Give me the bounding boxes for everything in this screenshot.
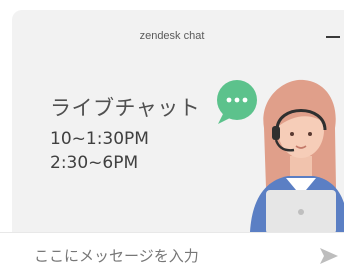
hours-line: 2:30~6PM	[50, 153, 139, 173]
minimize-icon[interactable]	[326, 36, 340, 38]
chat-bubble-icon	[217, 80, 257, 124]
agent-illustration	[217, 79, 344, 232]
header-title: zendesk chat	[139, 30, 205, 42]
message-input[interactable]	[34, 245, 304, 267]
message-composer	[0, 232, 344, 275]
banner-title: ライブチャット	[50, 96, 201, 120]
chat-widget: zendesk chat ライブチャット 10~1:30PM 2:30~6PM	[0, 0, 344, 275]
send-icon[interactable]	[318, 245, 340, 267]
hours-line: 10~1:30PM	[50, 129, 149, 149]
